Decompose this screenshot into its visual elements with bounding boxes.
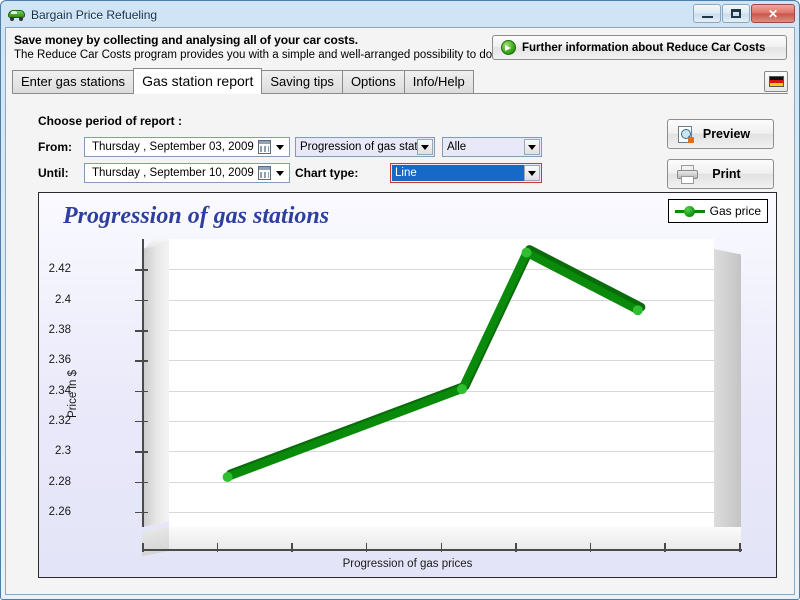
chevron-down-icon[interactable] [524, 165, 540, 181]
series-marker [223, 472, 233, 482]
until-label: Until: [38, 166, 69, 180]
series-marker [457, 384, 467, 394]
preview-icon [676, 125, 698, 143]
window-controls: ✕ [693, 4, 795, 23]
chevron-down-icon[interactable] [417, 139, 433, 155]
series-line [228, 253, 638, 477]
period-section-title: Choose period of report : [38, 114, 182, 128]
language-button[interactable] [764, 71, 788, 92]
chevron-down-icon[interactable] [524, 139, 540, 155]
car-icon [8, 7, 25, 22]
printer-icon [676, 165, 698, 183]
minimize-button[interactable] [693, 4, 721, 23]
calendar-icon[interactable] [258, 166, 271, 180]
from-date-value: Thursday , September 03, 2009 [85, 141, 254, 153]
maximize-button[interactable] [722, 4, 750, 23]
from-label: From: [38, 140, 72, 154]
series-marker [633, 305, 643, 315]
tab-saving-tips[interactable]: Saving tips [261, 70, 343, 93]
chart-series-gas-price [39, 193, 777, 578]
chart-type-select[interactable]: Line [390, 163, 542, 183]
chart-type-value: Line [392, 165, 525, 181]
chevron-down-icon[interactable] [276, 171, 284, 176]
tab-strip: Enter gas stations Gas station report Sa… [12, 68, 788, 94]
header-banner: Save money by collecting and analysing a… [6, 28, 794, 68]
application-window: Bargain Price Refueling ✕ Save money by … [0, 0, 800, 600]
print-label: Print [698, 167, 773, 181]
report-type-select[interactable]: Progression of gas static [295, 137, 435, 157]
chart-container: Progression of gas stations Gas price 2.… [38, 192, 777, 578]
window-title: Bargain Price Refueling [31, 8, 157, 22]
arrow-right-icon [501, 40, 516, 55]
series-marker [521, 248, 531, 258]
until-date-value: Thursday , September 10, 2009 [85, 167, 254, 179]
tab-enter-gas-stations[interactable]: Enter gas stations [12, 70, 134, 93]
from-date-input[interactable]: Thursday , September 03, 2009 [84, 137, 290, 157]
german-flag-icon [769, 76, 784, 87]
preview-label: Preview [698, 127, 773, 141]
calendar-icon[interactable] [258, 140, 271, 154]
tab-info-help[interactable]: Info/Help [404, 70, 474, 93]
tab-gas-station-report[interactable]: Gas station report [133, 68, 262, 94]
report-panel: Choose period of report : From: Thursday… [12, 100, 788, 590]
client-area: Save money by collecting and analysing a… [5, 27, 795, 595]
filter-value: Alle [443, 141, 466, 153]
preview-button[interactable]: Preview [667, 119, 774, 149]
until-date-input[interactable]: Thursday , September 10, 2009 [84, 163, 290, 183]
title-bar: Bargain Price Refueling ✕ [1, 1, 799, 28]
filter-select[interactable]: Alle [442, 137, 542, 157]
print-button[interactable]: Print [667, 159, 774, 189]
further-information-button[interactable]: Further information about Reduce Car Cos… [492, 35, 787, 60]
tab-options[interactable]: Options [342, 70, 405, 93]
chevron-down-icon[interactable] [276, 145, 284, 150]
further-information-label: Further information about Reduce Car Cos… [522, 42, 765, 54]
report-type-value: Progression of gas static [296, 141, 426, 153]
close-button[interactable]: ✕ [751, 4, 795, 23]
chart-type-label: Chart type: [295, 166, 358, 180]
